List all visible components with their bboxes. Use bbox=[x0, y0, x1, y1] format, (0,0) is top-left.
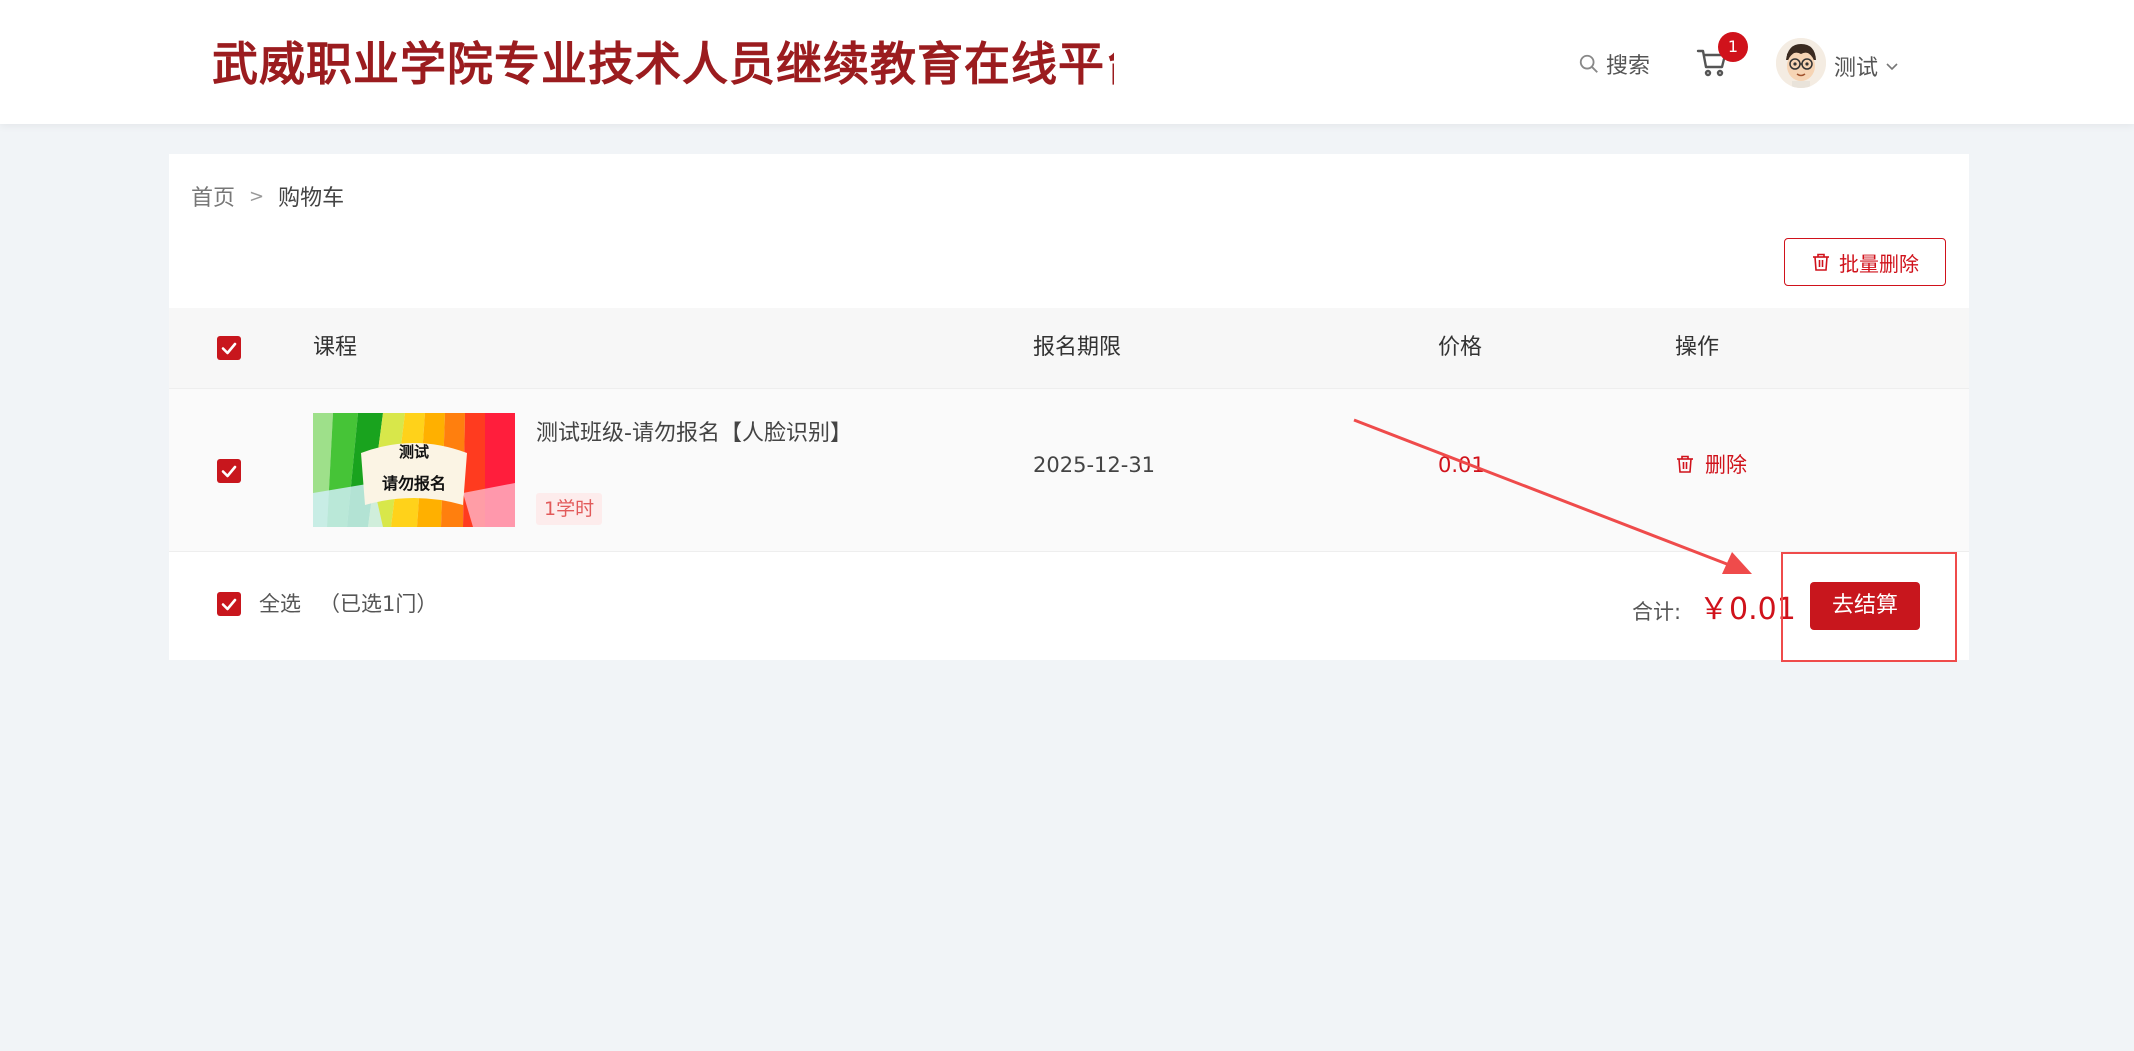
course-thumbnail[interactable]: 测试 请勿报名 bbox=[313, 413, 515, 527]
batch-delete-button[interactable]: 批量删除 bbox=[1784, 238, 1946, 286]
breadcrumb-current: 购物车 bbox=[278, 186, 345, 211]
select-all-checkbox[interactable] bbox=[217, 592, 241, 616]
cart-button[interactable]: 1 bbox=[1696, 32, 1748, 82]
credit-hours-tag: 1学时 bbox=[536, 493, 603, 525]
trash-icon bbox=[1813, 253, 1829, 271]
select-all-label[interactable]: 全选 bbox=[259, 588, 301, 618]
enrollment-deadline: 2025-12-31 bbox=[1033, 453, 1156, 477]
checkout-button[interactable]: 去结算 bbox=[1810, 582, 1920, 630]
breadcrumb: 首页 > 购物车 bbox=[191, 180, 344, 212]
thumbnail-text-line2: 请勿报名 bbox=[382, 474, 446, 493]
column-header-action: 操作 bbox=[1675, 335, 1720, 360]
course-price: 0.01 bbox=[1438, 453, 1485, 477]
checkmark-icon bbox=[221, 342, 237, 355]
total-amount: ￥0.01 bbox=[1699, 592, 1796, 627]
search-label: 搜索 bbox=[1606, 54, 1651, 79]
cartoon-face-avatar-icon bbox=[1776, 38, 1826, 88]
checkmark-icon bbox=[221, 465, 237, 478]
breadcrumb-home-link[interactable]: 首页 bbox=[191, 180, 235, 212]
cart-panel: 首页 > 购物车 批量删除 课程 报名期限 价格 操作 测试 请勿报名 测试班级… bbox=[169, 154, 1969, 662]
color-swatch-fan-image: 测试 请勿报名 bbox=[313, 413, 515, 527]
site-title[interactable]: 武威职业学院专业技术人员继续教育在线平台 bbox=[212, 34, 1114, 94]
avatar[interactable] bbox=[1776, 38, 1826, 88]
search-icon bbox=[1579, 54, 1598, 73]
site-header: 武威职业学院专业技术人员继续教育在线平台 搜索 1 测试 bbox=[0, 0, 2134, 124]
user-name: 测试 bbox=[1834, 56, 1879, 81]
cart-count-badge: 1 bbox=[1718, 32, 1748, 62]
header-select-checkbox[interactable] bbox=[217, 336, 241, 360]
total-label: 合计: bbox=[1632, 600, 1682, 624]
search-button[interactable]: 搜索 bbox=[1578, 46, 1650, 82]
batch-delete-label: 批量删除 bbox=[1839, 251, 1919, 276]
breadcrumb-separator: > bbox=[249, 185, 265, 207]
column-header-deadline: 报名期限 bbox=[1033, 335, 1122, 360]
course-name-link[interactable]: 测试班级-请勿报名【人脸识别】 bbox=[536, 415, 852, 447]
row-delete-button[interactable]: 删除 bbox=[1675, 449, 1747, 479]
table-header: 课程 报名期限 价格 操作 bbox=[169, 308, 1969, 388]
row-select-checkbox[interactable] bbox=[217, 459, 241, 483]
table-row: 测试 请勿报名 测试班级-请勿报名【人脸识别】 1学时 2025-12-31 0… bbox=[169, 388, 1969, 552]
column-header-course: 课程 bbox=[313, 335, 358, 360]
thumbnail-text-line1: 测试 bbox=[399, 443, 429, 461]
column-header-price: 价格 bbox=[1438, 335, 1483, 360]
row-delete-label: 删除 bbox=[1705, 453, 1747, 477]
trash-icon bbox=[1677, 455, 1693, 473]
user-menu[interactable]: 测试 bbox=[1834, 50, 1900, 82]
chevron-down-icon bbox=[1886, 63, 1898, 71]
selected-count: （已选1门） bbox=[319, 592, 438, 616]
checkmark-icon bbox=[221, 598, 237, 611]
cart-footer: 全选 （已选1门） 合计: ￥0.01 去结算 bbox=[169, 552, 1969, 662]
